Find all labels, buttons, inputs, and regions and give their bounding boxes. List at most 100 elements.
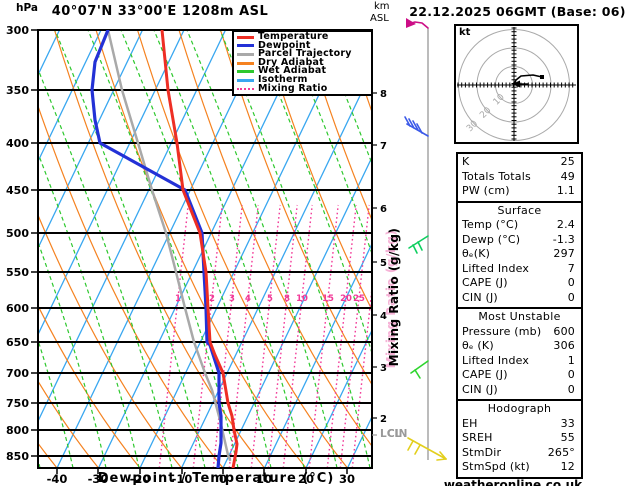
table-row-label: Totals Totals [462,169,531,183]
cin-marker-label: CIN [387,428,408,440]
table-row: CAPE (J) 0 [462,276,577,291]
table-row-label: EH [462,416,478,430]
mixing-ratio-label: 1 [175,294,181,304]
table-row-label: Dewp (°C) [462,232,521,246]
km-tick-label: 6 [380,204,387,215]
page-title: 40°07'N 33°00'E 1208m ASL [51,4,269,19]
table-row-value: 306 [553,339,575,352]
table-row-value: -1.3 [552,232,575,246]
table-row-label: CAPE (J) [462,368,508,381]
mixing-ratio-label: 15 [322,294,334,304]
table-row: StmSpd (kt) 12 [462,460,577,475]
legend-swatch-parcel-trajectory [237,52,254,56]
legend-swatch-dry-adiabat [237,61,254,65]
table-row-value: 7 [567,261,575,275]
hodograph: 102030 [454,24,579,144]
table-row-label: StmDir [462,445,502,459]
table-row: CIN (J) 0 [462,291,577,306]
km-tick-label: 8 [380,89,387,100]
legend-item: Mixing Ratio [237,82,371,94]
run-datetime: 22.12.2025 06GMT (Base: 06) [409,4,626,19]
pressure-tick-label: 600 [6,302,29,315]
table-row-label: CIN (J) [462,290,498,304]
table-row-value: 55 [560,431,575,444]
table-row-value: 0 [567,290,575,304]
table-row-label: StmSpd (kt) [462,460,530,473]
table-row: PW (cm) 1.1 [462,184,577,199]
pressure-tick-label: 500 [6,227,29,240]
table-section-header: Hodograph [487,402,552,415]
km-tick-label: 2 [380,414,387,425]
table-section: Most Unstable Pressure (mb) 600 θₑ (K) 306 Li… [456,307,583,401]
mixing-ratio-label: 5 [267,294,273,304]
pressure-tick-label: 650 [6,336,29,349]
table-row-value: 265° [547,445,575,459]
table-row-value: 1 [567,353,575,367]
pressure-tick-label: 450 [6,184,29,197]
table-row: Dewp (°C) -1.3 [462,233,577,248]
table-row-label: θₑ (K) [462,339,494,352]
table-row-value: 2.4 [556,218,575,231]
legend-swatch-dewpoint [237,44,254,48]
table-row: SREH 55 [462,431,577,446]
km-tick-label: 4 [380,311,387,322]
table-row-value: 12 [560,460,575,473]
table-row: Totals Totals 49 [462,170,577,185]
altitude-axis-unit-asl: ASL [370,13,389,24]
hodograph-unit-label: kt [459,27,471,38]
km-tick-label: 5 [380,258,387,269]
table-section-header: Most Unstable [478,310,561,323]
table-row-label: Lifted Index [462,353,530,367]
pressure-tick-label: 850 [6,450,29,463]
wind-barb [406,18,429,29]
table-row-label: Lifted Index [462,261,530,275]
mixing-ratio-label: 4 [245,294,251,304]
mixing-ratio-axis-title: Mixing Ratio (g/kg) [387,227,401,367]
table-row: EH 33 [462,417,577,432]
mixing-ratio-label: 2 [209,294,215,304]
km-tick-label: 7 [380,141,387,152]
km-tick-label: 3 [380,363,387,374]
table-row-value: 33 [560,416,575,430]
legend-swatch-temperature [237,35,254,39]
pressure-tick-label: 300 [6,24,29,37]
table-row-value: 297 [553,247,575,260]
table-row-label: SREH [462,431,493,444]
table-row-value: 0 [567,382,575,396]
table-row: StmDir 265° [462,446,577,461]
table-row: Lifted Index 7 [462,262,577,277]
mixing-ratio-label: 20 [340,294,352,304]
table-row-label: Temp (°C) [462,218,519,231]
table-row-value: 49 [560,169,575,183]
table-row-value: 600 [553,324,575,338]
altitude-axis: 8 7 6 5 4 3 2 [372,89,387,436]
table-row-value: 1.1 [556,184,575,197]
wind-barb [408,235,429,254]
table-row: θₑ (K) 306 [462,339,577,354]
legend-swatch-wet-adiabat [237,70,254,74]
mixing-ratio-label: 10 [296,294,308,304]
wind-barb-column [404,18,447,461]
table-section: K 25 Totals Totals 49 PW (cm) 1.1 [456,152,583,203]
table-row: θₑ(K) 297 [462,247,577,262]
temperature-tick-label: -40 [47,472,68,486]
skewt-sounding-app: 300 350 400 450 500 550 600 650 700 750 800 850 -40-… [0,0,629,486]
legend-swatch-mixing-ratio [237,87,254,90]
pressure-axis-unit: hPa [16,2,38,14]
pressure-tick-label: 800 [6,424,29,437]
pressure-tick-label: 350 [6,84,29,97]
table-row-label: CAPE (J) [462,276,508,289]
table-row-label: PW (cm) [462,184,510,197]
legend-swatch-isotherm [237,78,254,82]
table-row: Lifted Index 1 [462,354,577,369]
pressure-tick-label: 400 [6,137,29,150]
pressure-tick-label: 700 [6,367,29,380]
pressure-tick-label: 550 [6,266,29,279]
wind-barb [407,437,447,461]
altitude-axis-unit-km: km [374,1,390,12]
wind-barb [410,360,429,379]
legend: Temperature Dewpoint Parcel Trajectory Dry … [232,30,373,97]
legend-label: Mixing Ratio [258,82,328,94]
table-row-label: CIN (J) [462,382,498,396]
table-row-value: 0 [567,368,575,381]
